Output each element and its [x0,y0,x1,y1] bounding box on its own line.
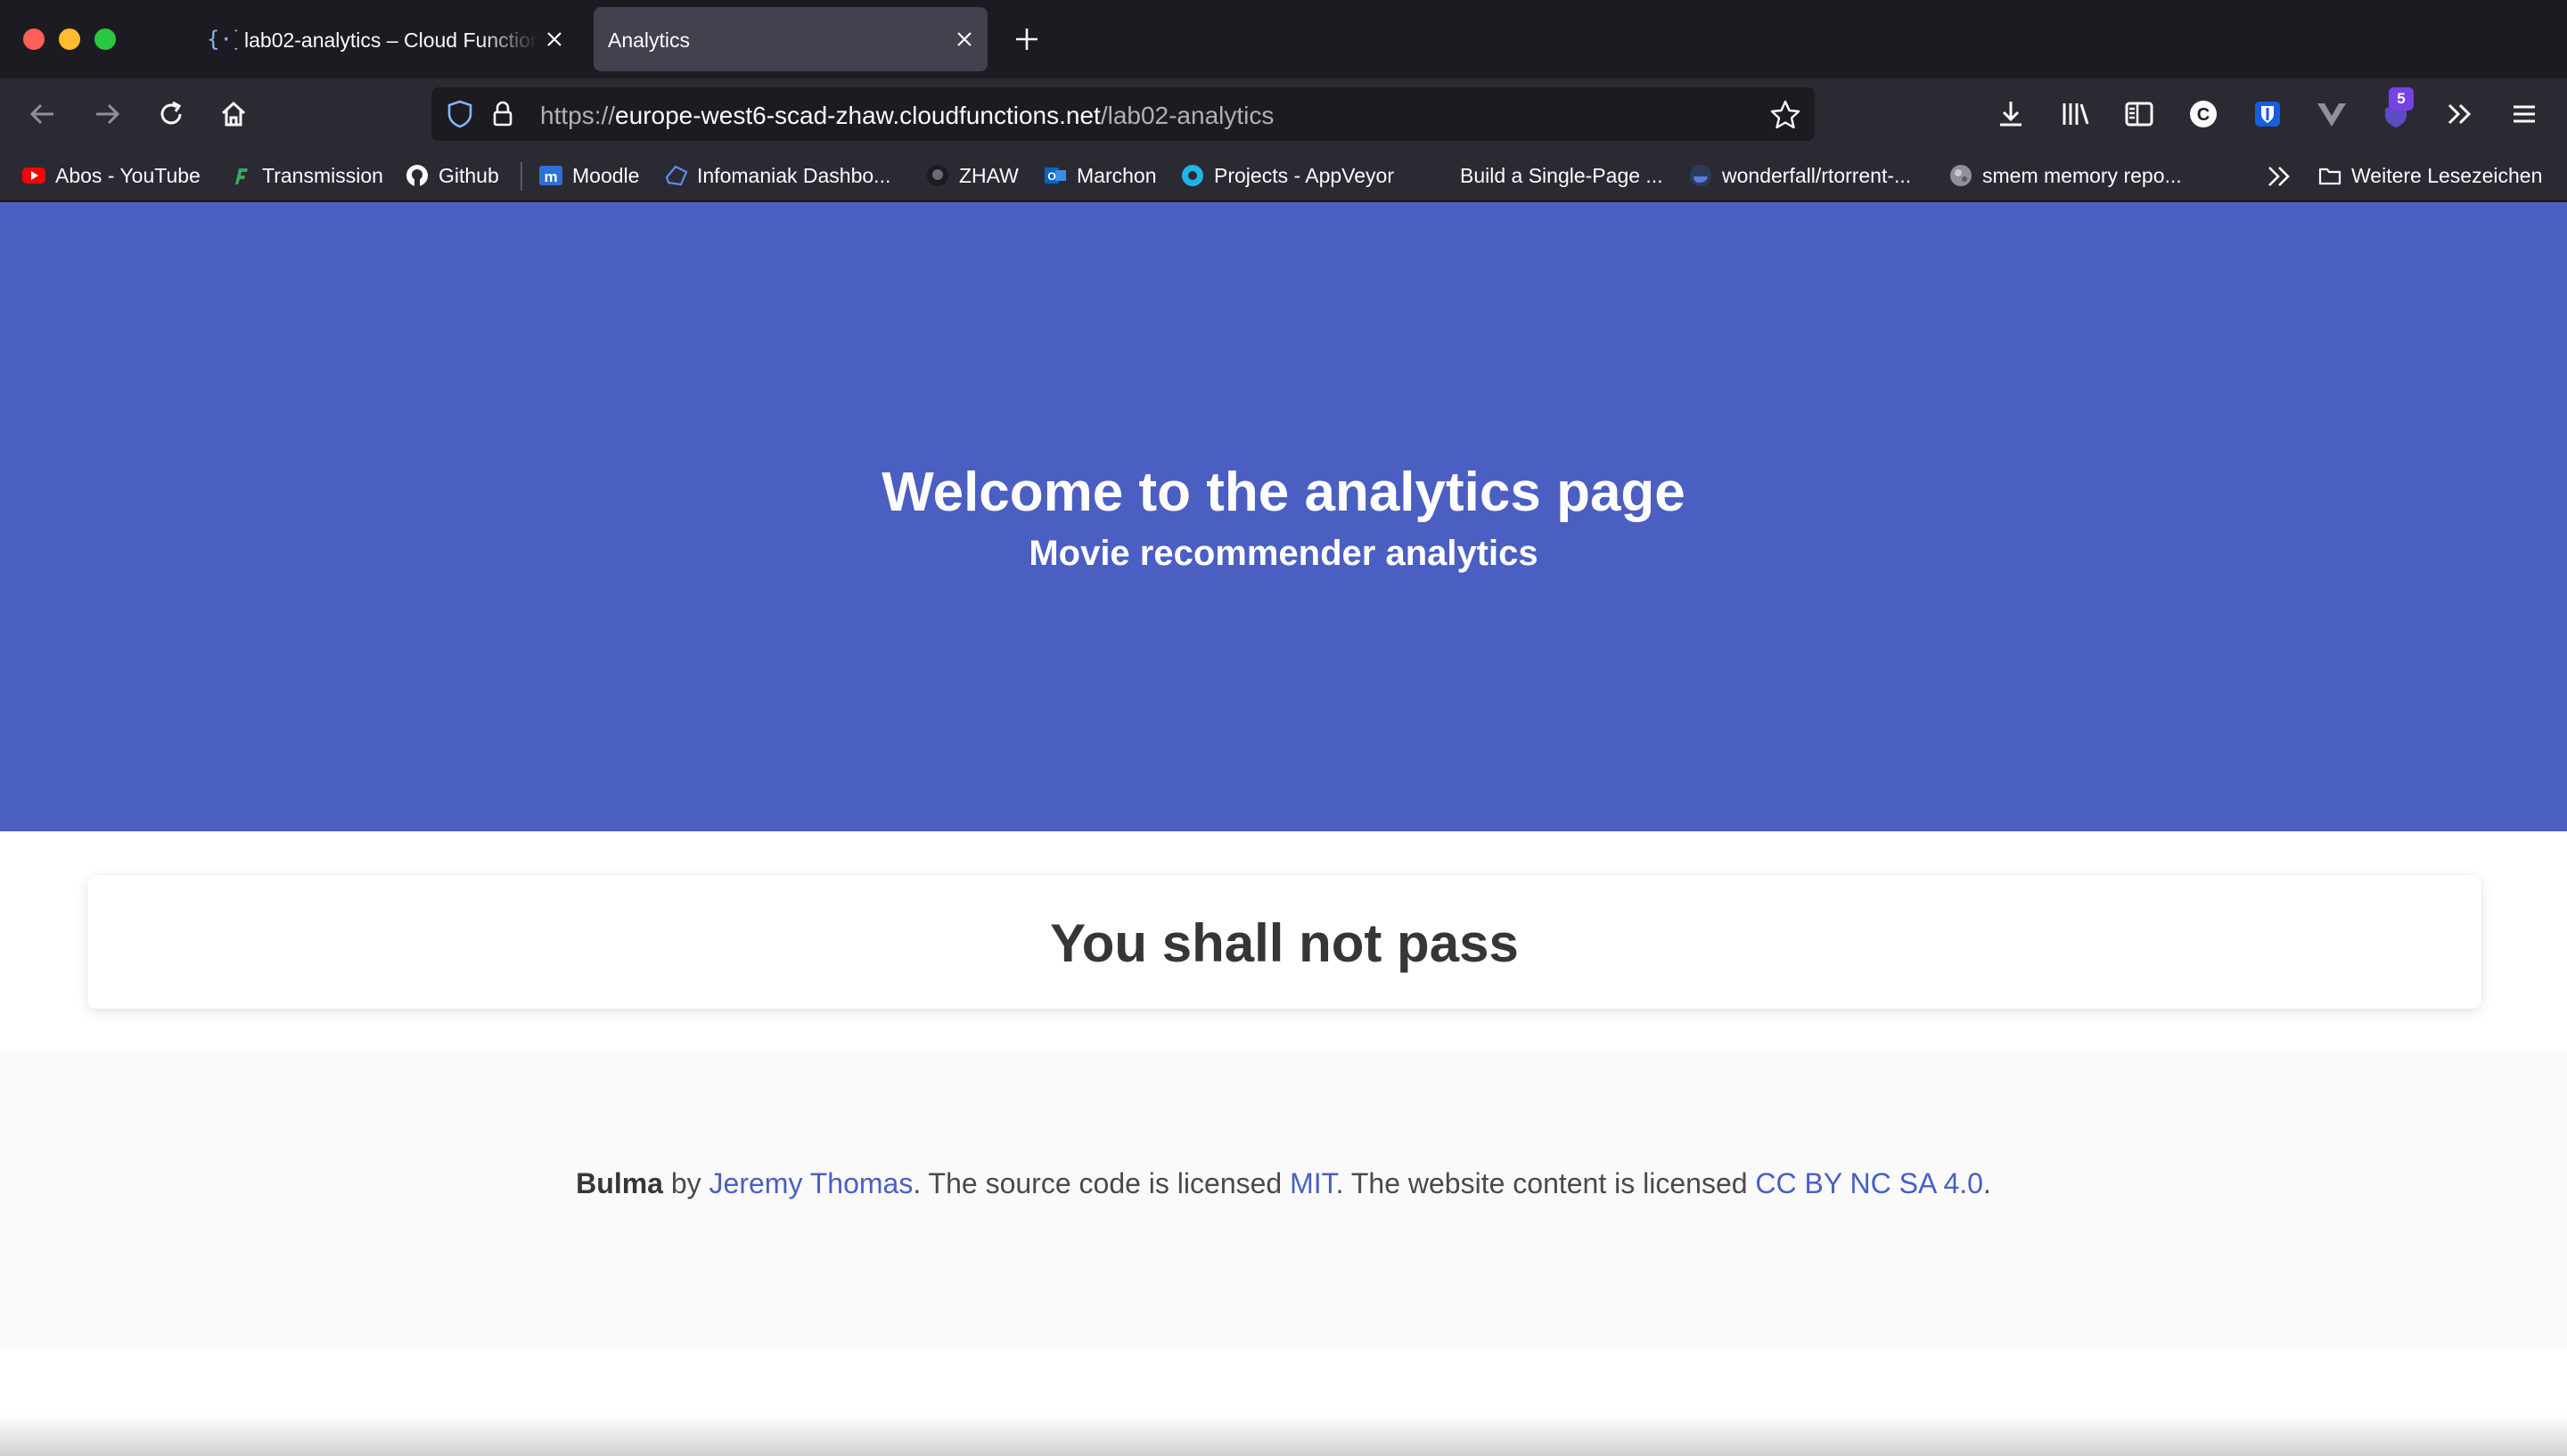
globe-icon [1950,165,1972,186]
reload-icon[interactable] [152,94,191,134]
tracking-protection-shield-icon[interactable] [444,98,476,130]
cloud-functions-icon: {·} [207,27,237,52]
window-close-button[interactable] [23,29,45,50]
bookmark-label: Marchon [1077,163,1157,187]
bookmarks-toolbar: Abos - YouTube Transmission Github m Moo… [0,150,2567,201]
tab-analytics[interactable]: Analytics [594,7,988,71]
footer-brand: Bulma [576,1167,663,1199]
blank-page-icon [1426,163,1451,188]
bookmarks-overflow-icon[interactable] [2264,162,2294,191]
footer-by: by [662,1167,709,1199]
bookmark-item[interactable]: Projects - AppVeyor [1180,160,1394,191]
svg-text:C: C [2197,105,2210,125]
tab-cloud-functions[interactable]: {·} lab02-analytics – Cloud Functions [194,7,578,71]
svg-text:{·}: {·} [207,27,237,52]
tab-title: Analytics [608,29,691,52]
hero-section: Welcome to the analytics page Movie reco… [0,202,2567,831]
tab-strip: {·} lab02-analytics – Cloud Functions An… [0,0,2567,78]
author-link[interactable]: Jeremy Thomas [709,1167,914,1199]
overflow-chevrons-icon[interactable] [2440,94,2480,134]
footer-end: . [1982,1167,1991,1199]
other-bookmarks-label: Weitere Lesezeichen [2351,163,2543,187]
infomaniak-icon [665,165,688,186]
appveyor-icon [1182,165,1203,186]
navigation-toolbar: https://europe-west6-scad-zhaw.cloudfunc… [0,78,2567,150]
new-tab-icon[interactable] [1011,23,1043,55]
page-subtitle: Movie recommender analytics [1029,534,1538,573]
address-bar[interactable]: https://europe-west6-scad-zhaw.cloudfunc… [431,87,1815,141]
bookmark-item[interactable]: Github [405,160,499,191]
svg-text:m: m [544,168,557,185]
footer: Bulma by Jeremy Thomas. The source code … [0,1051,2567,1351]
url-text[interactable]: https://europe-west6-scad-zhaw.cloudfunc… [540,102,1274,130]
bookmark-label: Moodle [572,163,640,187]
close-icon[interactable] [544,29,565,50]
bookmark-item[interactable]: wonderfall/rtorrent-... [1688,160,1911,191]
bookmark-label: wonderfall/rtorrent-... [1722,163,1912,187]
bookmark-label: Github [439,163,499,187]
extension-badge: 5 [2389,87,2414,110]
menu-icon[interactable] [2505,94,2544,134]
outlook-icon: O [1045,168,1066,184]
url-path: /lab02-analytics [1100,102,1275,129]
footer-source-text: . The source code is licensed [913,1167,1291,1199]
bookmark-item[interactable]: Infomaniak Dashbo... [663,160,890,191]
cc-license-link[interactable]: CC BY NC SA 4.0 [1755,1167,1983,1199]
mit-license-link[interactable]: MIT [1290,1167,1336,1199]
sidebar-icon[interactable] [2120,94,2159,134]
close-icon[interactable] [954,29,975,50]
home-icon[interactable] [214,94,253,134]
bottom-shadow [0,1414,2567,1456]
page-viewport: Welcome to the analytics page Movie reco… [0,202,2567,1456]
back-icon[interactable] [23,94,62,134]
c-extension-icon[interactable]: C [2184,94,2223,134]
docker-icon [1690,165,1711,186]
bookmark-item[interactable]: Transmission [228,160,383,191]
transmission-icon [235,168,248,184]
forward-icon[interactable] [87,94,127,134]
bitwarden-icon[interactable] [2248,94,2287,134]
svg-text:O: O [1047,170,1055,183]
bookmark-item[interactable]: ZHAW [925,160,1019,191]
bookmark-label: Build a Single-Page ... [1460,163,1663,187]
bookmark-item[interactable]: O Marchon [1043,160,1156,191]
url-host: europe-west6-scad-zhaw.cloudfunctions.ne… [615,102,1101,129]
downloads-icon[interactable] [1991,94,2030,134]
window-zoom-button[interactable] [94,29,116,50]
youtube-icon [22,168,45,184]
bookmark-item[interactable]: Abos - YouTube [21,160,201,191]
moodle-icon: m [539,166,562,185]
folder-icon [2318,168,2341,185]
bookmark-label: smem memory repo... [1982,163,2182,187]
page-title: Welcome to the analytics page [882,462,1685,523]
footer-text: Bulma by Jeremy Thomas. The source code … [0,1167,2567,1200]
bookmarks-separator [521,162,522,191]
library-icon[interactable] [2055,94,2095,134]
bookmark-label: Abos - YouTube [55,163,201,187]
url-scheme: https:// [540,102,616,129]
card-title: You shall not pass [1050,913,1519,973]
other-bookmarks-folder[interactable]: Weitere Lesezeichen [2317,160,2542,191]
window-minimize-button[interactable] [59,29,80,50]
bookmark-label: Infomaniak Dashbo... [697,163,891,187]
bookmark-label: Transmission [262,163,383,187]
bookmark-label: ZHAW [959,163,1019,187]
github-icon [927,165,948,186]
message-card: You shall not pass [87,875,2481,1009]
vue-devtools-icon[interactable] [2312,94,2351,134]
bookmark-item[interactable]: m Moodle [538,160,639,191]
lock-icon[interactable] [487,98,519,130]
bookmark-star-icon[interactable] [1768,98,1802,132]
bookmark-label: Projects - AppVeyor [1214,163,1394,187]
bookmark-item[interactable]: smem memory repo... [1948,160,2182,191]
bookmark-item[interactable]: Build a Single-Page ... [1426,160,1663,191]
github-icon [406,165,428,186]
tab-title: lab02-analytics – Cloud Functions [244,29,538,52]
footer-content-text: . The website content is licensed [1335,1167,1756,1199]
